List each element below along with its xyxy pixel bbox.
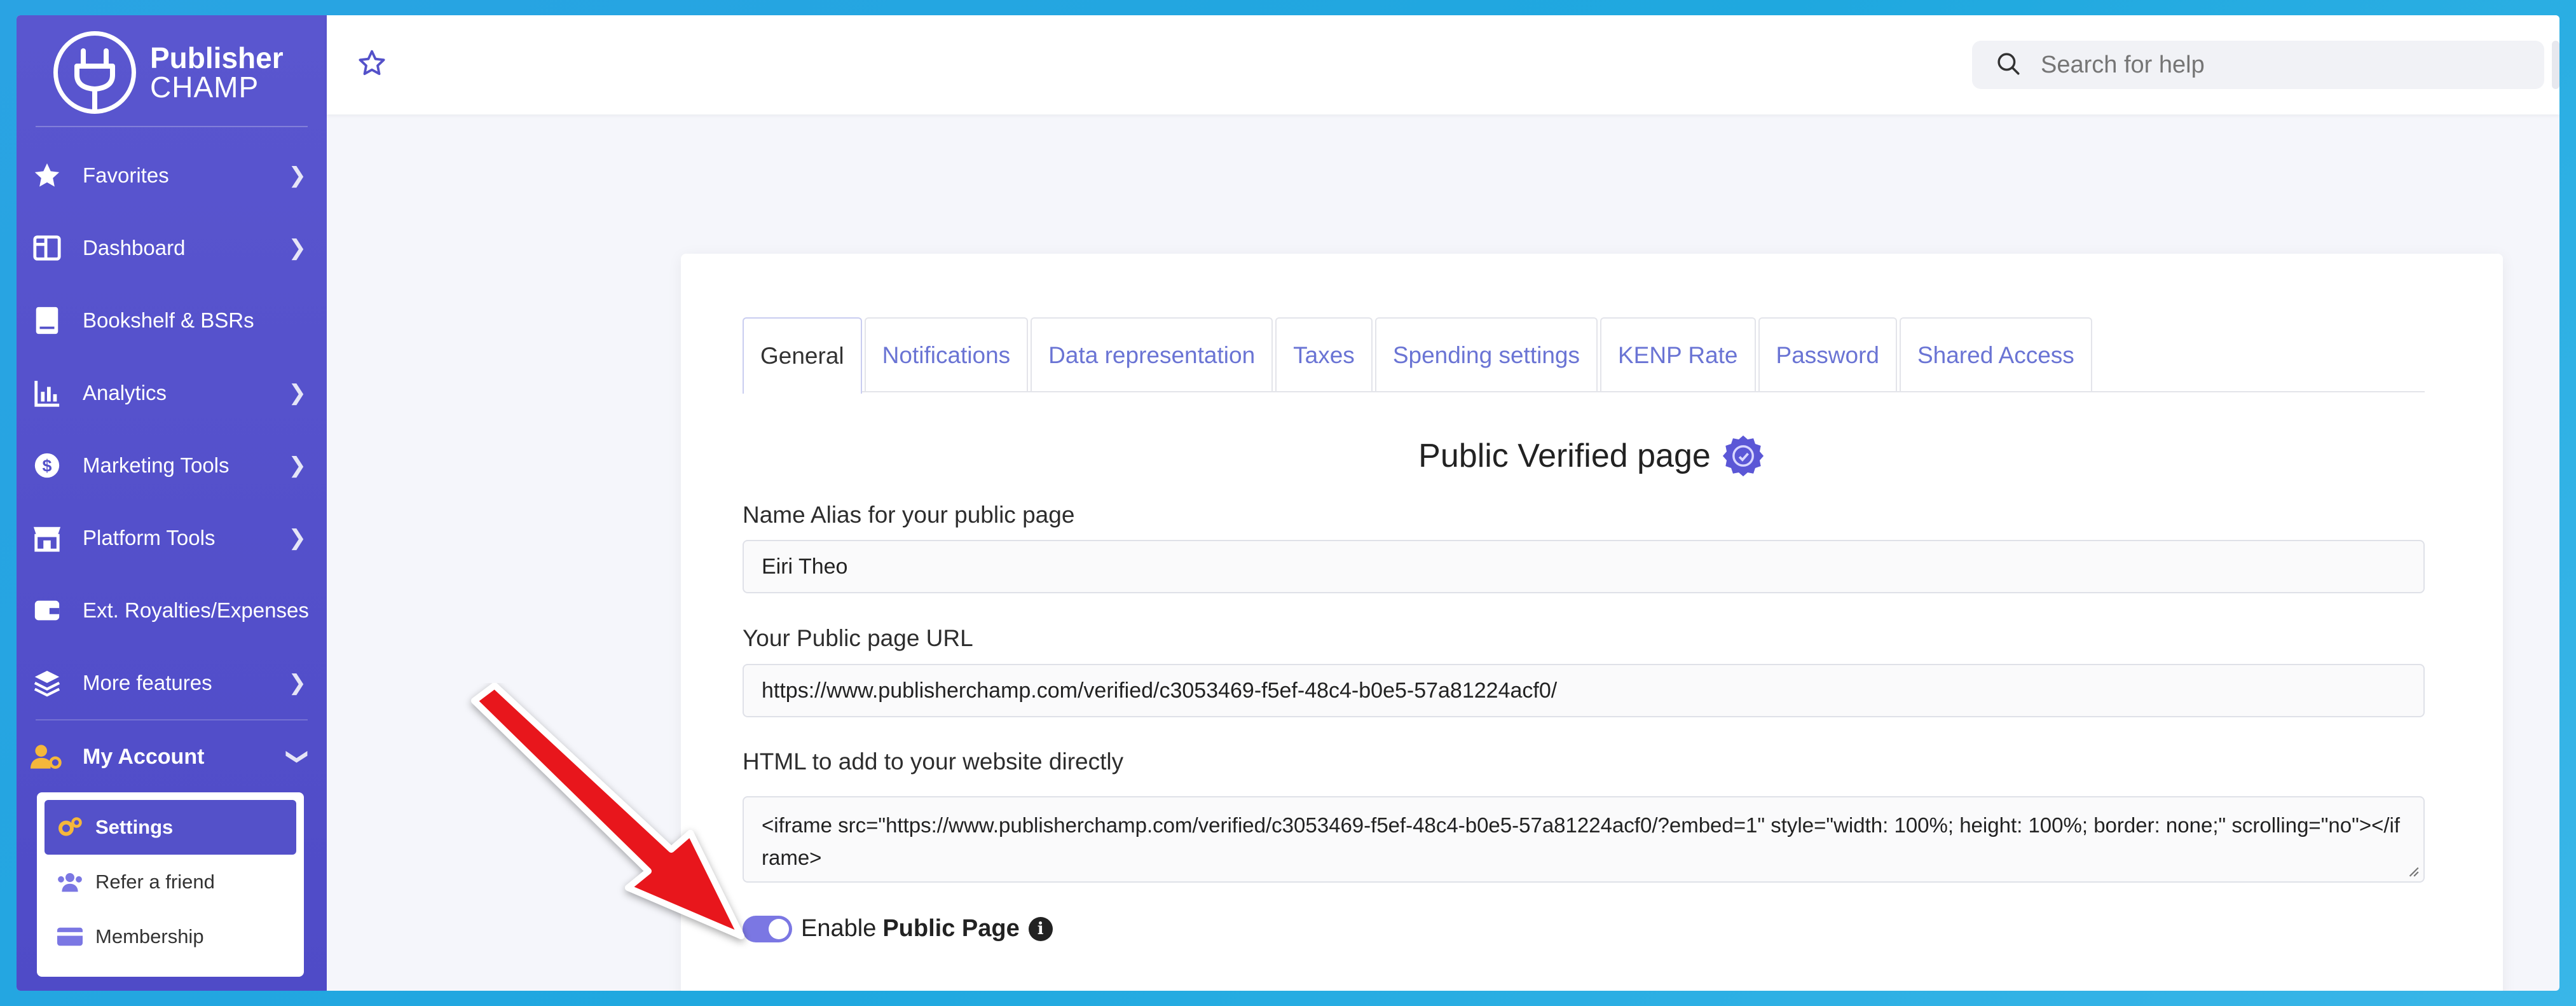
gears-icon (56, 816, 84, 839)
star-icon (31, 159, 64, 192)
dollar-icon: $ (31, 449, 64, 482)
store-icon (31, 521, 64, 555)
search-input[interactable] (2041, 51, 2498, 79)
sidebar-item-label: Platform Tools (83, 526, 216, 549)
alias-label: Name Alias for your public page (743, 502, 1075, 528)
layout-icon (31, 231, 64, 265)
tab-shared-access[interactable]: Shared Access (1899, 317, 2092, 392)
logo-divider (36, 126, 308, 127)
submenu-item-label: Membership (95, 925, 204, 947)
bar-chart-icon (31, 376, 64, 410)
public-url-field[interactable]: https://www.publisherchamp.com/verified/… (743, 664, 2425, 717)
app-window: Publisher CHAMP Favorites ❯ Dashboard ❯ (17, 15, 2559, 991)
sidebar-item-label: Marketing Tools (83, 453, 230, 477)
toggle-label-bold: Public Page (882, 915, 1020, 942)
chevron-right-icon: ❯ (288, 453, 307, 478)
logo[interactable]: Publisher CHAMP (53, 28, 308, 117)
page-title: Public Verified page (1418, 438, 1711, 474)
sidebar-item-label: Ext. Royalties/Expenses (83, 598, 309, 622)
submenu-item-settings[interactable]: Settings (45, 800, 296, 855)
html-embed-textarea[interactable]: <iframe src="https://www.publisherchamp.… (743, 796, 2425, 883)
sidebar-item-favorites[interactable]: Favorites ❯ (17, 139, 327, 212)
chevron-right-icon: ❯ (288, 236, 307, 260)
submenu-item-membership[interactable]: Membership (45, 909, 296, 964)
wallet-icon (31, 594, 64, 627)
sidebar-item-more-features[interactable]: More features ❯ (17, 647, 327, 719)
account-submenu: Settings Refer a friend Membership (37, 792, 304, 977)
sidebar-item-marketing-tools[interactable]: $ Marketing Tools ❯ (17, 429, 327, 502)
settings-card: General Notifications Data representatio… (681, 254, 2503, 991)
sidebar-item-label: More features (83, 671, 212, 694)
search-bar[interactable] (1972, 41, 2544, 89)
submenu-item-refer-friend[interactable]: Refer a friend (45, 855, 296, 909)
tab-spending-settings[interactable]: Spending settings (1374, 317, 1598, 392)
tab-taxes[interactable]: Taxes (1275, 317, 1373, 392)
sidebar-item-label: My Account (83, 744, 205, 769)
toggle-label-prefix: Enable (801, 915, 877, 942)
tab-data-representation[interactable]: Data representation (1031, 317, 1273, 392)
users-icon (56, 872, 84, 892)
brand-name-line2: CHAMP (150, 71, 259, 104)
search-icon (1995, 50, 2022, 80)
red-arrow-annotation (471, 683, 744, 939)
alias-field[interactable]: Eiri Theo (743, 540, 2425, 593)
sidebar-item-platform-tools[interactable]: Platform Tools ❯ (17, 502, 327, 574)
verified-badge-icon (1721, 434, 1765, 478)
user-cog-icon (31, 740, 64, 773)
favorite-star-button[interactable] (357, 48, 392, 83)
tab-password[interactable]: Password (1758, 317, 1897, 392)
settings-tabs: General Notifications Data representatio… (743, 317, 2425, 394)
section-heading: Public Verified page (681, 434, 2503, 478)
plug-logo-icon (53, 31, 136, 114)
sidebar-item-analytics[interactable]: Analytics ❯ (17, 357, 327, 429)
resize-handle-icon (2409, 867, 2419, 877)
svg-text:$: $ (43, 457, 52, 476)
info-icon[interactable]: i (1028, 916, 1053, 941)
tab-general[interactable]: General (743, 317, 862, 394)
sidebar-item-label: Dashboard (83, 236, 186, 259)
card-icon (56, 927, 84, 946)
tab-notifications[interactable]: Notifications (864, 317, 1029, 392)
book-icon (31, 304, 64, 337)
chevron-right-icon: ❯ (288, 381, 307, 405)
layers-icon (31, 666, 64, 699)
chevron-right-icon: ❯ (288, 526, 307, 550)
sidebar-item-ext-royalties[interactable]: Ext. Royalties/Expenses (17, 574, 327, 647)
top-bar (327, 15, 2559, 114)
url-label: Your Public page URL (743, 625, 973, 651)
chevron-right-icon: ❯ (288, 671, 307, 695)
scrollbar[interactable] (2552, 41, 2559, 89)
submenu-item-label: Refer a friend (95, 871, 215, 893)
sidebar-item-bookshelf[interactable]: Bookshelf & BSRs (17, 284, 327, 357)
sidebar-item-dashboard[interactable]: Dashboard ❯ (17, 212, 327, 284)
html-embed-label: HTML to add to your website directly (743, 748, 1124, 775)
chevron-right-icon: ❯ (288, 163, 307, 188)
sidebar-item-label: Bookshelf & BSRs (83, 308, 254, 332)
submenu-item-label: Settings (95, 816, 174, 838)
brand-name-line1: Publisher (150, 41, 284, 74)
sidebar-item-label: Analytics (83, 381, 167, 404)
star-outline-icon (359, 50, 385, 75)
sidebar-item-my-account[interactable]: My Account ❯ (17, 720, 327, 793)
chevron-down-icon: ❯ (285, 747, 310, 766)
sidebar-nav: Favorites ❯ Dashboard ❯ Bookshelf & BSRs (17, 139, 327, 793)
html-embed-code: <iframe src="https://www.publisherchamp.… (762, 813, 2401, 870)
sidebar: Publisher CHAMP Favorites ❯ Dashboard ❯ (17, 15, 327, 991)
sidebar-item-label: Favorites (83, 163, 169, 187)
tab-kenp-rate[interactable]: KENP Rate (1600, 317, 1756, 392)
